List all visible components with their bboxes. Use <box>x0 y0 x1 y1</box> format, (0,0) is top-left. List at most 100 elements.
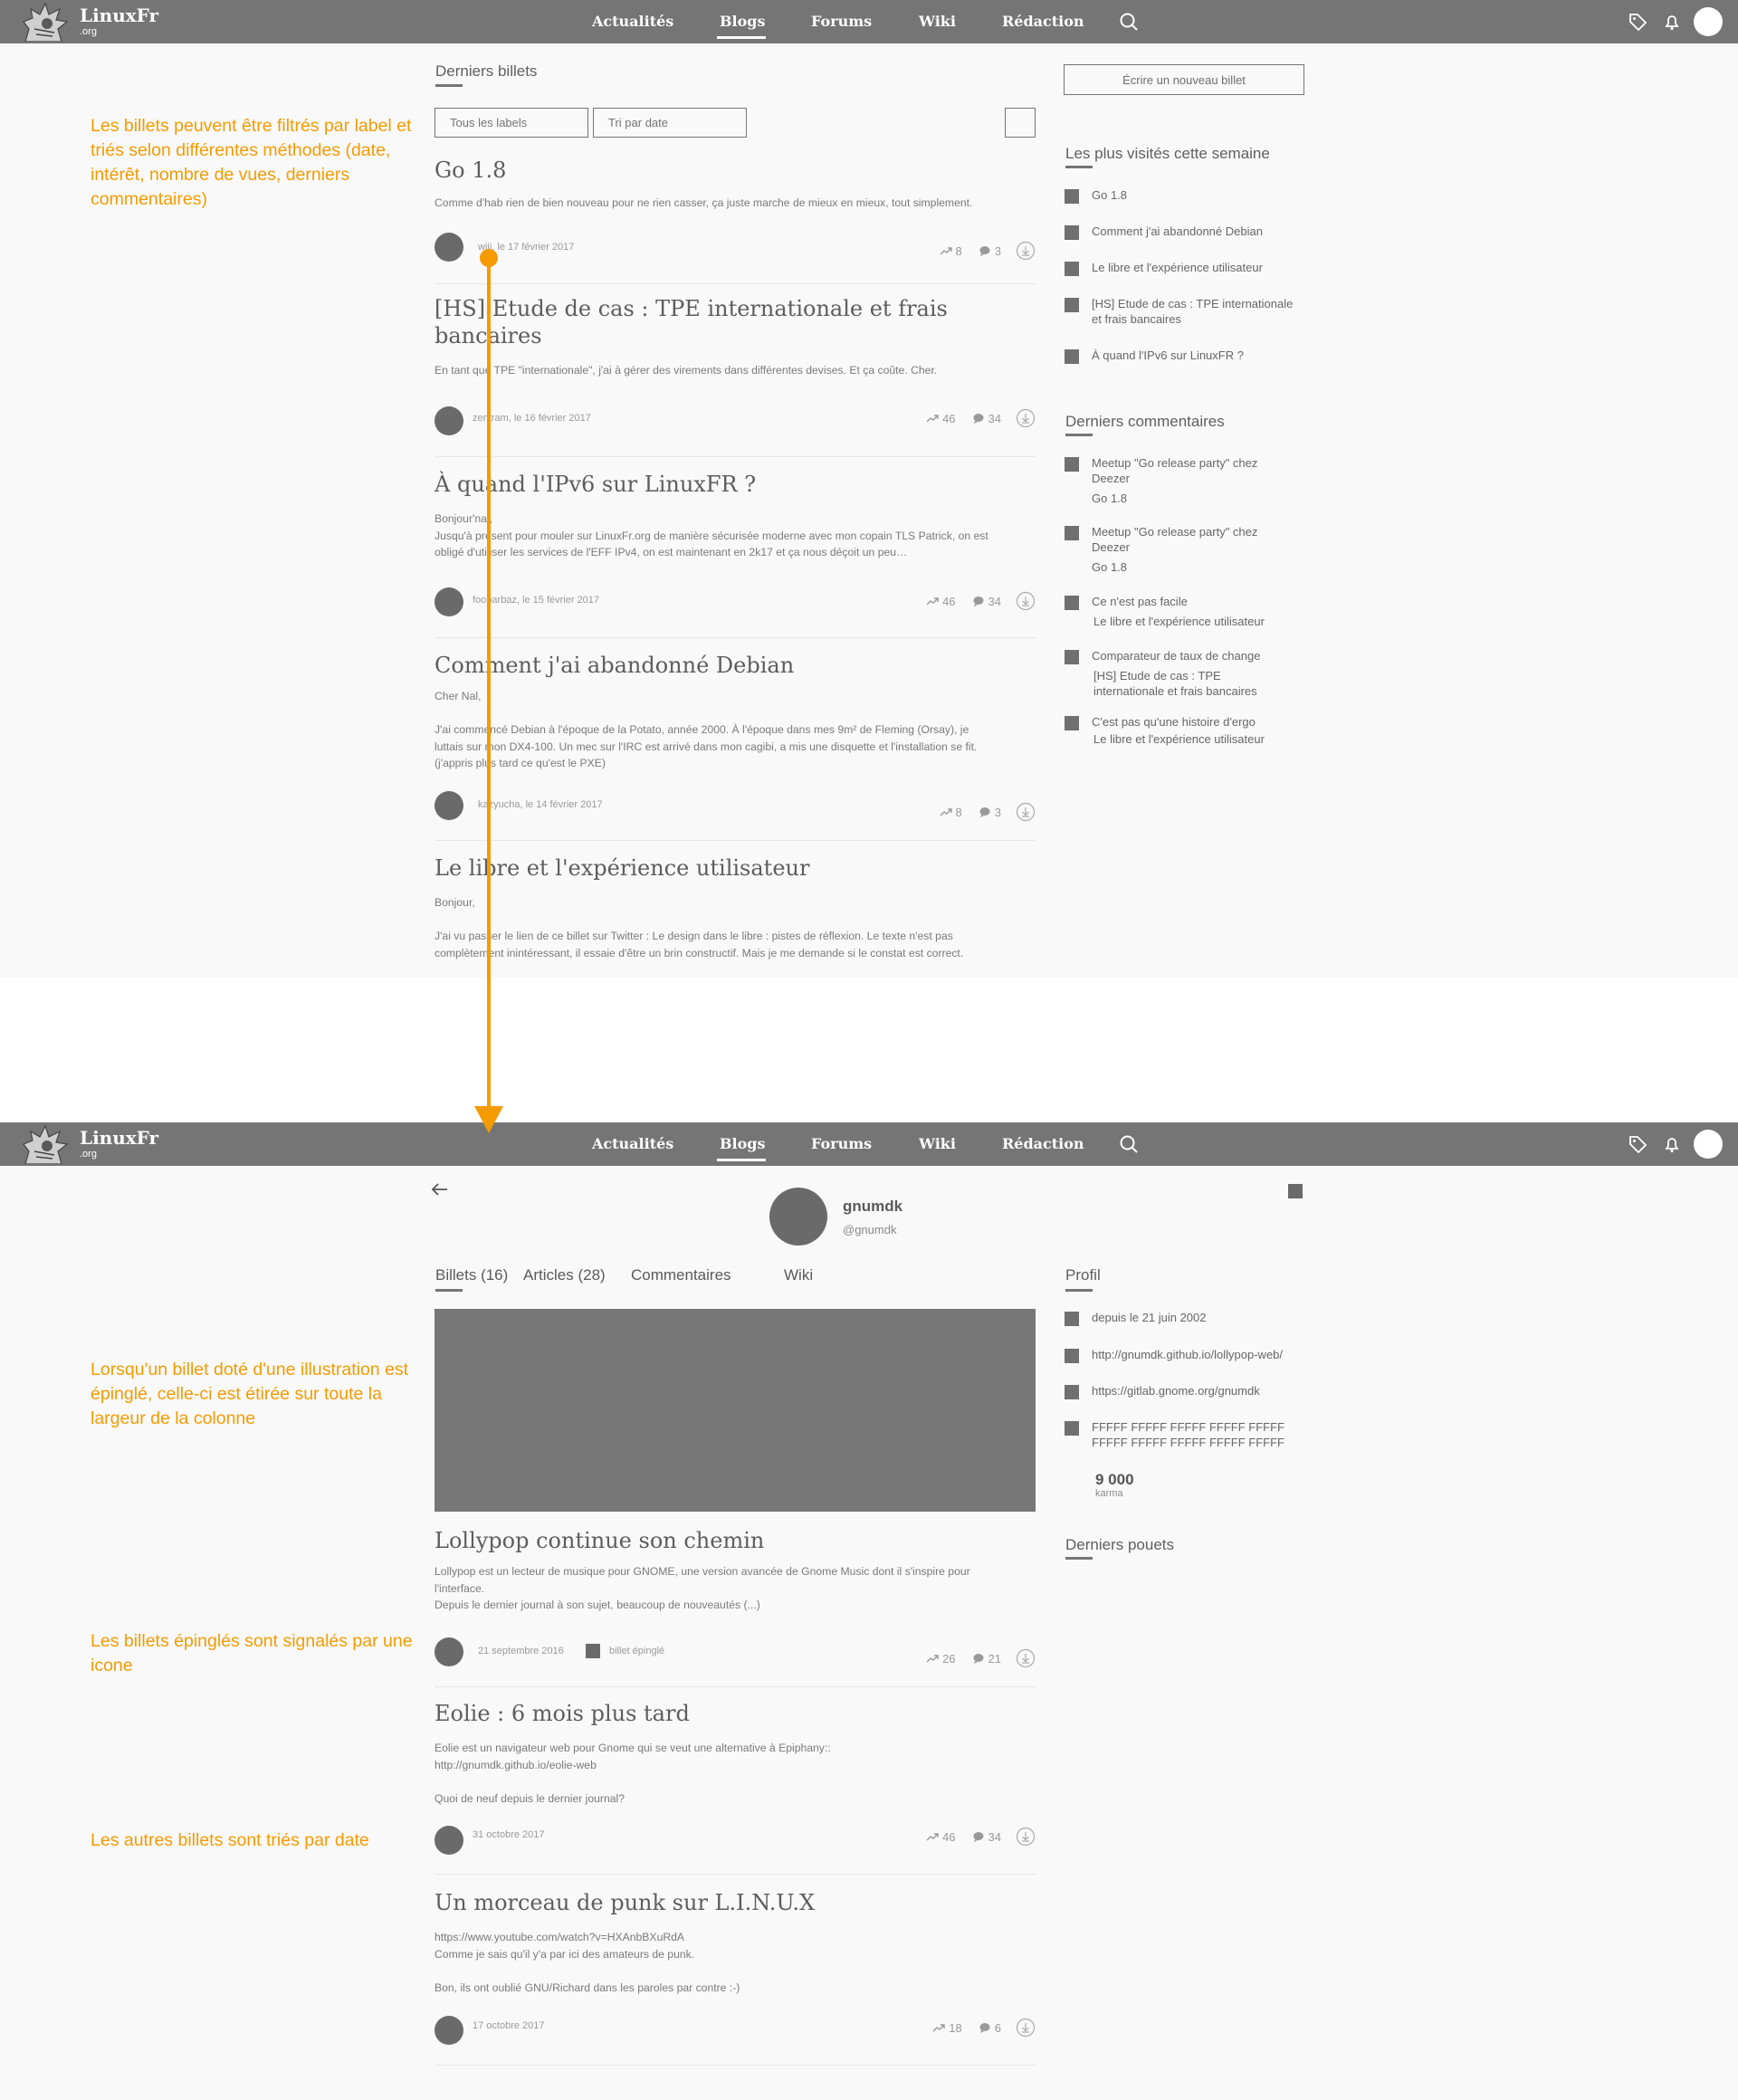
filter-square-button[interactable] <box>1005 108 1036 138</box>
post-title[interactable]: À quand l'IPv6 sur LinuxFR ? <box>434 471 1036 498</box>
post-title[interactable]: Lollypop continue son chemin <box>434 1527 1036 1554</box>
interest-count: 26 <box>942 1651 956 1666</box>
download-icon[interactable] <box>1016 408 1036 428</box>
search-icon[interactable] <box>1119 1134 1139 1154</box>
profile-info-item[interactable]: http://gnumdk.github.io/lollypop-web/ <box>1065 1347 1318 1363</box>
tab-commentaires[interactable]: Commentaires <box>631 1266 731 1284</box>
pinned-icon <box>586 1644 600 1658</box>
nav-wiki[interactable]: Wiki <box>919 13 956 30</box>
label-filter-select[interactable]: Tous les labels <box>434 108 588 138</box>
download-icon[interactable] <box>1016 591 1036 611</box>
nav-blogs[interactable]: Blogs <box>720 13 765 30</box>
download-icon[interactable] <box>1016 802 1036 822</box>
excerpt-line: luttais sur mon DX4-100. Un mec sur l'IR… <box>434 740 978 753</box>
tag-icon[interactable] <box>1628 12 1647 32</box>
section-underline <box>435 84 463 87</box>
excerpt-line: (j'appris plus tard ce qu'est le PXE) <box>434 757 606 769</box>
post-card[interactable]: Un morceau de punk sur L.I.N.U.X https:/… <box>434 1889 1036 2067</box>
download-icon[interactable] <box>1016 2018 1036 2038</box>
comment-icon <box>973 1832 984 1842</box>
download-icon[interactable] <box>1016 1827 1036 1847</box>
back-arrow-icon[interactable] <box>431 1182 449 1197</box>
pinned-post-illustration[interactable] <box>434 1309 1036 1512</box>
post-title[interactable]: Comment j'ai abandonné Debian <box>434 652 1036 679</box>
most-visited-item[interactable]: Go 1.8 <box>1065 187 1318 204</box>
most-visited-item[interactable]: Le libre et l'expérience utilisateur <box>1065 260 1318 276</box>
website-link[interactable]: http://gnumdk.github.io/lollypop-web/ <box>1092 1347 1318 1362</box>
comment-item[interactable]: C'est pas qu'une histoire d'ergo Le libr… <box>1065 714 1318 747</box>
annotation-pinned-illustration: Lorsqu'un billet doté d'une illustration… <box>91 1360 409 1428</box>
comment-count: 34 <box>988 411 1001 425</box>
profile-avatar[interactable] <box>769 1188 827 1246</box>
tab-billets[interactable]: Billets (16) <box>435 1266 508 1284</box>
author-avatar[interactable] <box>434 406 463 435</box>
user-avatar[interactable] <box>1694 7 1723 36</box>
bell-icon[interactable] <box>1662 12 1682 32</box>
search-icon[interactable] <box>1119 12 1139 32</box>
post-card[interactable]: Le libre et l'expérience utilisateur Bon… <box>434 854 1036 972</box>
linuxfr-logo-icon[interactable] <box>20 2 71 42</box>
most-visited-item[interactable]: Comment j'ai abandonné Debian <box>1065 224 1318 240</box>
excerpt-line: Bon, ils ont oublié GNU/Richard dans les… <box>434 1981 740 1994</box>
comment-item[interactable]: Meetup "Go release party" chez Deezer Go… <box>1065 455 1318 506</box>
trend-icon <box>940 808 952 816</box>
author-avatar[interactable] <box>434 233 463 262</box>
profile-action-icon[interactable] <box>1288 1184 1303 1198</box>
post-title[interactable]: Le libre et l'expérience utilisateur <box>434 854 1036 882</box>
post-stats: 46 34 <box>926 1827 1036 1847</box>
tag-icon[interactable] <box>1628 1134 1647 1154</box>
post-title[interactable]: Un morceau de punk sur L.I.N.U.X <box>434 1889 1036 1916</box>
author-avatar[interactable] <box>434 1637 463 1666</box>
post-card[interactable]: Comment j'ai abandonné Debian Cher Nal, … <box>434 652 1036 842</box>
most-visited-item[interactable]: À quand l'IPv6 sur LinuxFR ? <box>1065 348 1318 364</box>
sort-select[interactable]: Tri par date <box>593 108 747 138</box>
bell-icon[interactable] <box>1662 1134 1682 1154</box>
post-card[interactable]: Go 1.8 Comme d'hab rien de bien nouveau … <box>434 157 1036 292</box>
author-avatar[interactable] <box>434 791 463 820</box>
nav-actualites[interactable]: Actualités <box>592 1135 673 1152</box>
comment-label: Meetup "Go release party" chez Deezer <box>1092 456 1258 485</box>
tab-articles[interactable]: Articles (28) <box>523 1266 606 1284</box>
nav-forums[interactable]: Forums <box>811 1135 872 1152</box>
comment-icon <box>979 2023 990 2033</box>
post-title[interactable]: Go 1.8 <box>434 157 1036 184</box>
comment-item[interactable]: Meetup "Go release party" chez Deezer Go… <box>1065 524 1318 575</box>
profile-info-item[interactable]: https://gitlab.gnome.org/gnumdk <box>1065 1383 1318 1399</box>
post-icon <box>1065 189 1079 204</box>
post-card[interactable]: Lollypop continue son chemin Lollypop es… <box>434 1527 1036 1688</box>
nav-forums[interactable]: Forums <box>811 13 872 30</box>
author-avatar[interactable] <box>434 587 463 616</box>
user-avatar[interactable] <box>1694 1130 1723 1159</box>
nav-blogs[interactable]: Blogs <box>720 1135 765 1152</box>
gitlab-link[interactable]: https://gitlab.gnome.org/gnumdk <box>1092 1383 1318 1398</box>
most-visited-item[interactable]: [HS] Etude de cas : TPE internationale e… <box>1065 296 1318 327</box>
comment-item[interactable]: Ce n'est pas facile Le libre et l'expéri… <box>1065 594 1318 629</box>
nav-redaction[interactable]: Rédaction <box>1002 1135 1084 1152</box>
post-title[interactable]: [HS] Etude de cas : TPE internationale e… <box>434 295 1036 349</box>
post-title[interactable]: Eolie : 6 mois plus tard <box>434 1700 1036 1727</box>
comment-item[interactable]: Comparateur de taux de change [HS] Etude… <box>1065 648 1318 699</box>
top-navigation-bar: LinuxFr .org Actualités Blogs Forums Wik… <box>0 1122 1738 1166</box>
brand-name[interactable]: LinuxFr <box>80 1127 158 1149</box>
excerpt-line: Bonjour, <box>434 896 475 909</box>
post-card[interactable]: Eolie : 6 mois plus tard Eolie est un na… <box>434 1700 1036 1876</box>
nav-wiki[interactable]: Wiki <box>919 1135 956 1152</box>
comment-post: Le libre et l'expérience utilisateur <box>1093 732 1265 746</box>
excerpt-line: En tant que TPE "internationale", j'ai à… <box>434 364 938 377</box>
brand-name[interactable]: LinuxFr <box>80 5 158 26</box>
nav-redaction[interactable]: Rédaction <box>1002 13 1084 30</box>
download-icon[interactable] <box>1016 1648 1036 1668</box>
post-card[interactable]: [HS] Etude de cas : TPE internationale e… <box>434 295 1036 458</box>
trend-icon <box>940 247 952 255</box>
author-avatar[interactable] <box>434 2016 463 2045</box>
author-avatar[interactable] <box>434 1826 463 1855</box>
post-card[interactable]: À quand l'IPv6 sur LinuxFR ? Bonjour'nal… <box>434 471 1036 638</box>
post-meta: kazyucha, le 14 février 2017 <box>478 799 603 810</box>
write-new-post-button[interactable]: Écrire un nouveau billet <box>1064 64 1304 95</box>
linuxfr-logo-icon[interactable] <box>20 1124 71 1164</box>
post-separator <box>434 840 1036 841</box>
tab-wiki[interactable]: Wiki <box>784 1266 813 1284</box>
download-icon[interactable] <box>1016 241 1036 261</box>
nav-actualites[interactable]: Actualités <box>592 13 673 30</box>
post-excerpt: https://www.youtube.com/watch?v=HXAnbBXu… <box>434 1929 1036 1996</box>
